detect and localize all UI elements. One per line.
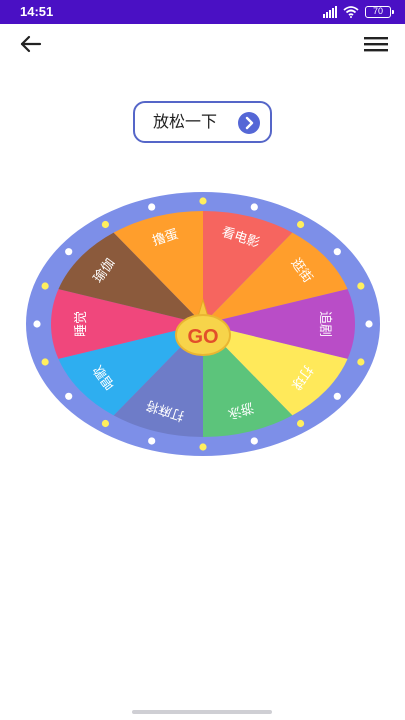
- wifi-icon: [343, 6, 359, 18]
- spin-button-label: GO: [187, 326, 218, 348]
- rim-light: [199, 443, 207, 451]
- signal-icon: [323, 6, 337, 18]
- prize-wheel[interactable]: 看电影逛街追剧打球游泳打麻将唱歌睡觉瑜伽撸蛋 GO: [26, 192, 380, 456]
- rim-light: [101, 220, 110, 229]
- relax-button-label: 放松一下: [153, 112, 218, 131]
- status-bar: 14:51 70: [0, 0, 405, 24]
- rim-light: [250, 437, 258, 445]
- rim-light: [296, 220, 305, 229]
- rim-light: [333, 392, 341, 400]
- toolbar: [0, 24, 405, 64]
- rim-light: [148, 437, 156, 445]
- rim-light: [250, 203, 258, 211]
- rim-light: [41, 358, 49, 366]
- arrow-left-icon: [20, 35, 42, 53]
- rim-light: [296, 419, 305, 428]
- battery-icon: 70: [365, 6, 394, 18]
- rim-light: [357, 282, 365, 290]
- relax-button[interactable]: 放松一下: [133, 101, 272, 143]
- rim-light: [357, 358, 365, 366]
- rim-light: [333, 248, 341, 256]
- rim-light: [65, 248, 73, 256]
- hamburger-menu-icon: [364, 37, 388, 52]
- back-button[interactable]: [14, 28, 50, 60]
- chevron-right-icon: [245, 116, 254, 130]
- status-icons: 70: [323, 4, 394, 20]
- rim-light: [65, 392, 73, 400]
- rim-light: [101, 419, 110, 428]
- wheel-segment-label: 追剧: [317, 311, 333, 337]
- home-indicator: [132, 710, 272, 714]
- menu-button[interactable]: [361, 30, 391, 58]
- wheel-segment-label: 睡觉: [74, 311, 89, 337]
- rim-light: [148, 203, 156, 211]
- rim-light: [199, 197, 207, 205]
- relax-go-circle: [238, 112, 260, 134]
- rim-light: [33, 320, 41, 328]
- status-time: 14:51: [20, 4, 54, 19]
- rim-light: [365, 320, 373, 328]
- rim-light: [41, 282, 49, 290]
